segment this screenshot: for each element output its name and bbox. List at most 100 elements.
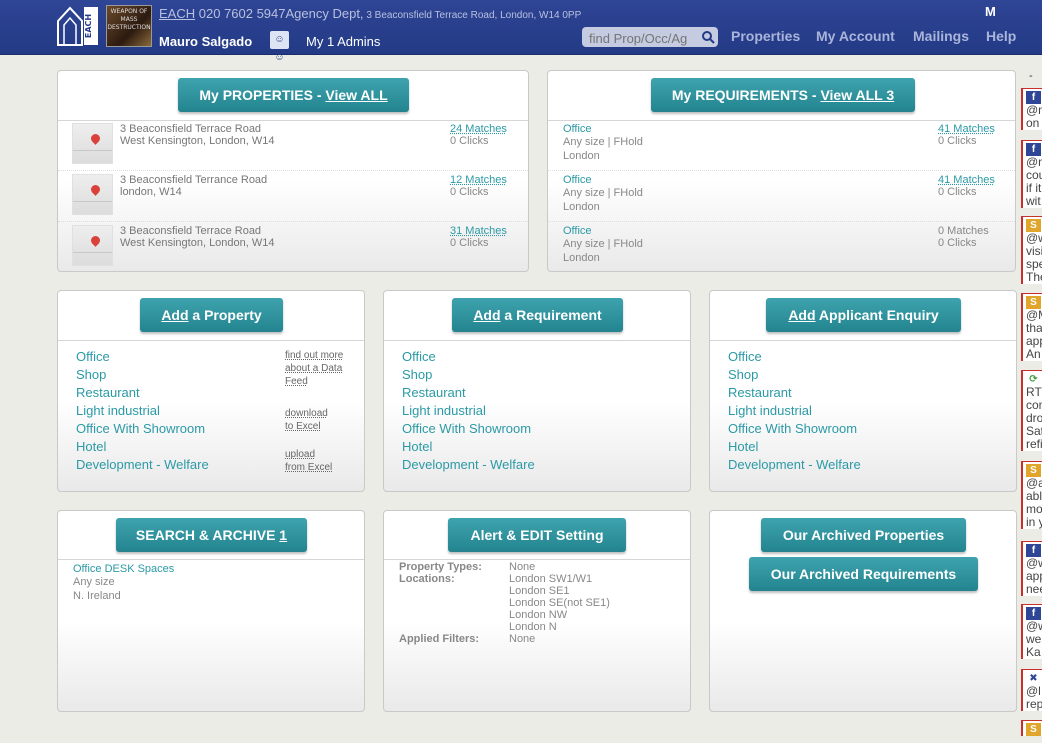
type-restaurant-link[interactable]: Restaurant — [402, 384, 535, 402]
type-shop-link[interactable]: Shop — [728, 366, 861, 384]
alert-edit-button[interactable]: Alert & EDIT Setting — [448, 518, 626, 552]
property-row[interactable]: 3 Beaconsfield Terrance Road london, W14… — [58, 172, 528, 222]
my-requirements-button[interactable]: My REQUIREMENTS - View ALL 3 — [651, 78, 915, 112]
find-out-data-feed-link[interactable]: find out more about a Data Feed — [285, 349, 343, 388]
archived-requirements-button[interactable]: Our Archived Requirements — [749, 557, 978, 591]
map-thumbnail[interactable] — [72, 174, 113, 215]
requirement-matches-link[interactable]: 41 Matches — [938, 123, 995, 135]
my-admins-link[interactable]: My 1 Admins — [306, 34, 380, 49]
type-hotel-link[interactable]: Hotel — [728, 438, 861, 456]
requirement-size: Any size | FHold — [563, 187, 643, 199]
view-all-requirements-link[interactable]: View ALL 3 — [820, 87, 894, 103]
search-input[interactable] — [582, 27, 718, 47]
add-property-label: a Property — [188, 307, 262, 323]
type-light-industrial-link[interactable]: Light industrial — [76, 402, 209, 420]
feed-item[interactable]: S @a abl mo in y — [1021, 461, 1042, 529]
requirement-row[interactable]: Office Any size | FHold London 41 Matche… — [548, 172, 1015, 222]
type-office-showroom-link[interactable]: Office With Showroom — [728, 420, 861, 438]
user-name[interactable]: Mauro Salgado — [159, 34, 252, 49]
type-office-showroom-link[interactable]: Office With Showroom — [76, 420, 209, 438]
link-line: from Excel — [285, 462, 333, 473]
type-development-welfare-link[interactable]: Development - Welfare — [76, 456, 209, 474]
requirement-type[interactable]: Office — [563, 123, 592, 135]
feed-item[interactable]: ⟳ RT com dro Sat refi — [1021, 370, 1042, 451]
m-letter[interactable]: M — [985, 4, 996, 19]
feed-item[interactable]: S @M tha app An — [1021, 293, 1042, 361]
type-office-link[interactable]: Office — [402, 348, 535, 366]
enquiry-type-list: Office Shop Restaurant Light industrial … — [728, 348, 861, 474]
search-icon[interactable] — [701, 30, 715, 44]
requirement-size: Any size | FHold — [563, 238, 643, 250]
nav-mailings[interactable]: Mailings — [913, 28, 969, 44]
property-types-value: None — [509, 561, 536, 573]
search-archive-button[interactable]: SEARCH & ARCHIVE 1 — [116, 518, 307, 552]
feed-item[interactable]: f @n cou if it wit — [1021, 140, 1042, 208]
divider — [58, 559, 364, 560]
type-hotel-link[interactable]: Hotel — [76, 438, 209, 456]
feed-item[interactable]: f @n on — [1021, 88, 1042, 130]
alert-edit-panel: Alert & EDIT Setting Property Types: Non… — [383, 510, 691, 712]
link-line: Feed — [285, 376, 308, 387]
property-address-line2: West Kensington, London, W14 — [120, 237, 275, 249]
type-shop-link[interactable]: Shop — [402, 366, 535, 384]
type-office-link[interactable]: Office — [76, 348, 209, 366]
feed-item[interactable]: S — [1021, 720, 1042, 736]
map-thumbnail[interactable] — [72, 123, 113, 164]
property-matches-link[interactable]: 12 Matches — [450, 174, 507, 186]
type-shop-link[interactable]: Shop — [76, 366, 209, 384]
property-matches-link[interactable]: 24 Matches — [450, 123, 507, 135]
add-requirement-button[interactable]: Add a Requirement — [452, 298, 623, 332]
view-all-properties-link[interactable]: View ALL — [325, 87, 387, 103]
add-word: Add — [161, 307, 189, 323]
nav-help[interactable]: Help — [986, 28, 1016, 44]
requirement-matches-link[interactable]: 41 Matches — [938, 174, 995, 186]
link-line: upload — [285, 449, 316, 460]
each-link[interactable]: EACH — [159, 6, 195, 21]
property-matches-link[interactable]: 31 Matches — [450, 225, 507, 237]
type-light-industrial-link[interactable]: Light industrial — [728, 402, 861, 420]
property-row[interactable]: 3 Beaconsfield Terrace Road West Kensing… — [58, 121, 528, 171]
phone: 020 7602 5947 — [195, 6, 286, 21]
requirement-clicks: 0 Clicks — [938, 135, 977, 147]
feed-item[interactable]: f @w app nee — [1021, 541, 1042, 596]
feed-text: on — [1026, 116, 1040, 130]
download-excel-link[interactable]: download to Excel — [285, 407, 328, 433]
add-word: Add — [473, 307, 501, 323]
map-thumbnail[interactable] — [72, 225, 113, 266]
property-address-line1: 3 Beaconsfield Terrace Road — [120, 225, 262, 237]
property-row[interactable]: 3 Beaconsfield Terrace Road West Kensing… — [58, 223, 528, 273]
divider — [58, 340, 364, 341]
type-restaurant-link[interactable]: Restaurant — [728, 384, 861, 402]
each-logo[interactable]: EACH — [56, 5, 100, 47]
add-requirement-panel: Add a Requirement Office Shop Restaurant… — [383, 290, 691, 492]
add-enquiry-label: Applicant Enquiry — [815, 307, 939, 323]
saved-search-link[interactable]: Office DESK Spaces — [73, 563, 174, 575]
admins-icon[interactable]: ☺☺ — [270, 31, 289, 63]
archived-properties-button[interactable]: Our Archived Properties — [761, 518, 966, 552]
type-office-showroom-link[interactable]: Office With Showroom — [402, 420, 535, 438]
my-properties-button[interactable]: My PROPERTIES - View ALL — [178, 78, 409, 112]
type-office-link[interactable]: Office — [728, 348, 861, 366]
upload-excel-link[interactable]: upload from Excel — [285, 448, 332, 474]
feed-item[interactable]: f @w we Ka — [1021, 604, 1042, 659]
type-light-industrial-link[interactable]: Light industrial — [402, 402, 535, 420]
add-property-button[interactable]: Add a Property — [140, 298, 283, 332]
poster-text: WEAPON OF MASS DESTRUCTION — [107, 8, 151, 31]
social-feed: f @n on f @n cou if it wit S @w visi spe… — [1021, 88, 1042, 743]
nav-properties[interactable]: Properties — [731, 28, 800, 44]
requirement-row[interactable]: Office Any size | FHold London 41 Matche… — [548, 121, 1015, 171]
agency-address: 3 Beaconsfield Terrace Road, London, W14… — [363, 10, 582, 21]
type-development-welfare-link[interactable]: Development - Welfare — [402, 456, 535, 474]
feed-item[interactable]: S @w visi spe The — [1021, 216, 1042, 284]
feed-item[interactable]: ✖ @l rep — [1021, 669, 1042, 711]
requirement-type[interactable]: Office — [563, 225, 592, 237]
requirement-type[interactable]: Office — [563, 174, 592, 186]
type-restaurant-link[interactable]: Restaurant — [76, 384, 209, 402]
requirement-row[interactable]: Office Any size | FHold London 0 Matches… — [548, 223, 1015, 273]
user-poster-image[interactable]: WEAPON OF MASS DESTRUCTION — [106, 5, 152, 47]
type-hotel-link[interactable]: Hotel — [402, 438, 535, 456]
location-value: London SE(not SE1) — [509, 597, 610, 609]
add-enquiry-button[interactable]: Add Applicant Enquiry — [766, 298, 961, 332]
nav-my-account[interactable]: My Account — [816, 28, 895, 44]
type-development-welfare-link[interactable]: Development - Welfare — [728, 456, 861, 474]
